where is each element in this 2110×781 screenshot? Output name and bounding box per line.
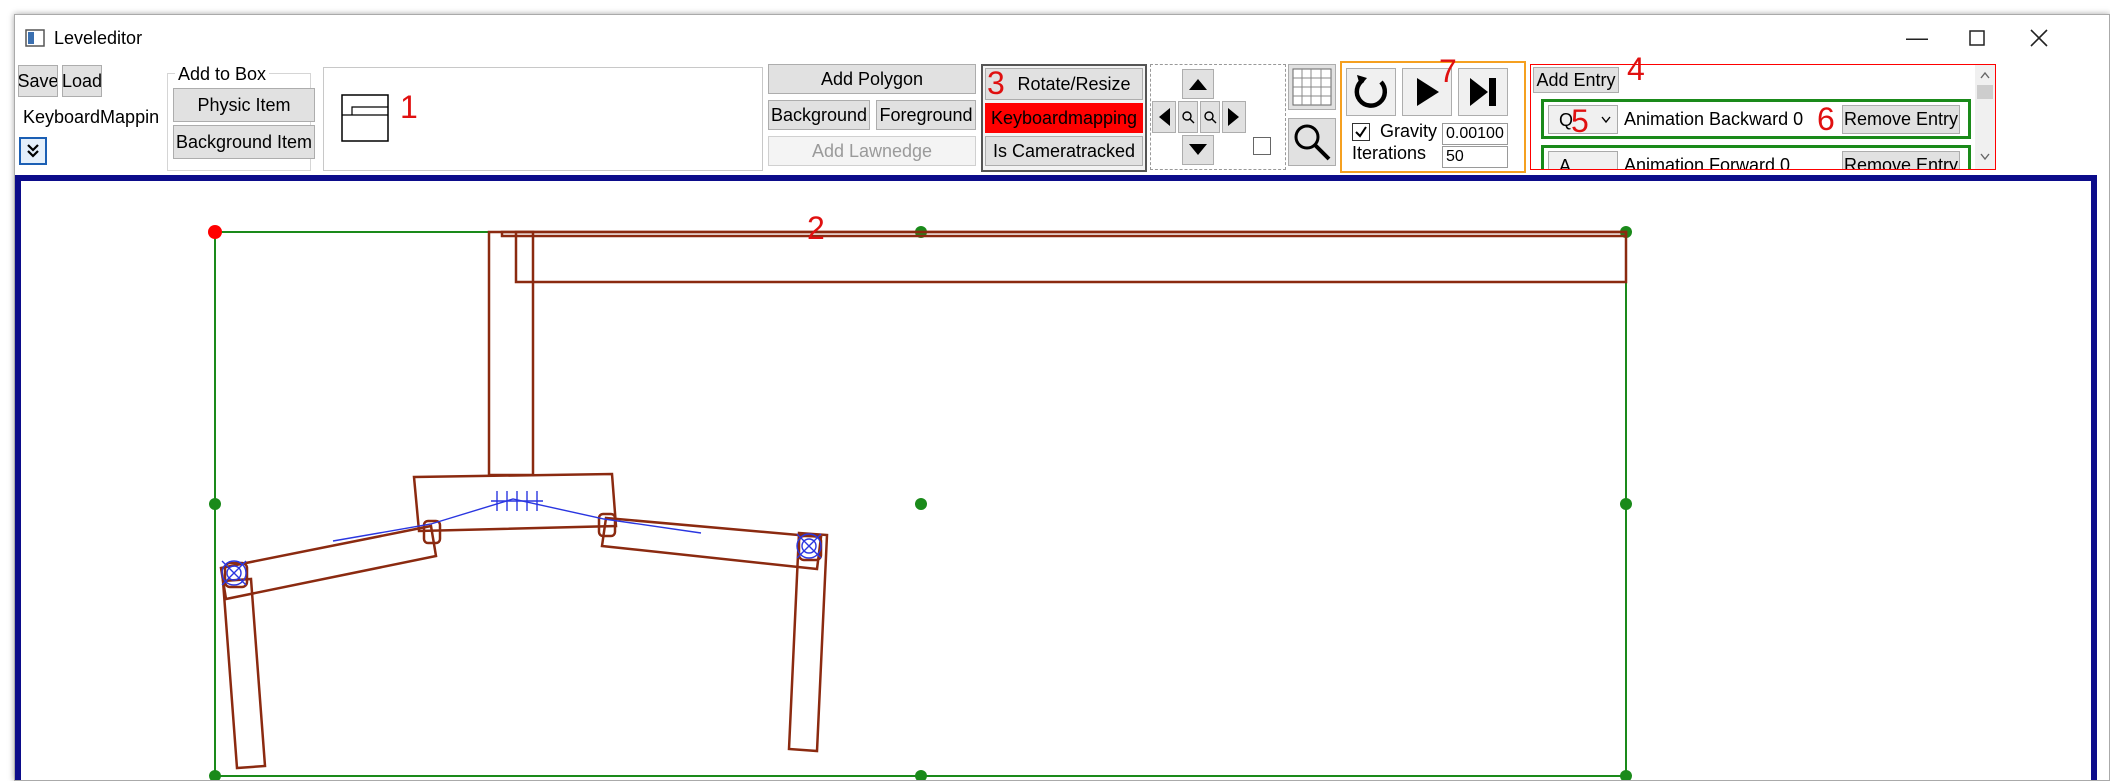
annotation-2: 2 <box>807 210 825 246</box>
checkmark-icon <box>1355 126 1367 138</box>
resize-handle[interactable] <box>915 770 927 781</box>
is-cameratracked-button[interactable]: Is Cameratracked <box>985 136 1143 166</box>
add-polygon-button[interactable]: Add Polygon <box>768 64 976 94</box>
nav-checkbox[interactable] <box>1253 137 1271 155</box>
center-handle[interactable] <box>915 498 927 510</box>
preview-shape-icon <box>341 94 389 142</box>
reset-icon <box>1354 75 1388 108</box>
chevron-down-icon <box>1601 116 1611 124</box>
annotation-4: 4 <box>1627 51 1645 87</box>
annotation-7: 7 <box>1439 53 1457 89</box>
zoom-out-button[interactable] <box>1200 101 1220 133</box>
annotation-5: 5 <box>1571 103 1589 139</box>
maximize-icon[interactable] <box>1947 15 2007 61</box>
key-select-value: A <box>1559 156 1572 170</box>
resize-handle[interactable] <box>1620 498 1632 510</box>
pan-up-button[interactable] <box>1182 69 1214 99</box>
joint-lines <box>221 491 822 586</box>
animation-select[interactable]: Animation Forward 0 <box>1624 155 1790 169</box>
scrollbar[interactable] <box>1975 65 1995 169</box>
zoom-in-icon <box>1182 111 1195 124</box>
resize-handle[interactable] <box>1620 770 1632 781</box>
arrow-right-icon <box>1228 108 1239 126</box>
close-icon[interactable] <box>2009 15 2069 61</box>
annotation-6: 6 <box>1817 101 1835 137</box>
pan-left-button[interactable] <box>1152 101 1176 133</box>
resize-handle[interactable] <box>209 770 221 781</box>
remove-entry-button[interactable]: Remove Entry <box>1842 105 1960 134</box>
scrollbar-thumb[interactable] <box>1977 85 1993 99</box>
app-icon <box>25 29 45 47</box>
mapping-row: Q Animation Backward 0 Remove Entry <box>1541 99 1971 139</box>
keyboard-mapping-panel: Add Entry Q Animation Backward 0 Remove … <box>1530 64 1996 170</box>
origin-handle[interactable] <box>208 225 222 239</box>
scroll-up-icon <box>1980 71 1990 79</box>
level-canvas[interactable]: 2 <box>15 175 2097 781</box>
zoom-out-icon <box>1204 111 1217 124</box>
play-icon <box>1417 78 1439 106</box>
annotation-3: 3 <box>987 65 1005 101</box>
window-title: Leveleditor <box>54 28 143 48</box>
scene-drawing <box>208 225 1632 781</box>
scroll-down-icon <box>1980 153 1990 161</box>
gravity-input[interactable]: 0.00100 <box>1442 123 1508 145</box>
arrow-down-icon <box>1189 144 1207 155</box>
pan-right-button[interactable] <box>1222 101 1246 133</box>
rotate-resize-button[interactable]: Rotate/Resize <box>985 68 1143 100</box>
pan-down-button[interactable] <box>1182 135 1214 165</box>
physic-item-button[interactable]: Physic Item <box>173 88 315 122</box>
keyboardmapping-button[interactable]: Keyboardmapping <box>985 103 1143 133</box>
save-button[interactable]: Save <box>18 65 58 97</box>
resize-handle[interactable] <box>209 498 221 510</box>
magnifier-icon <box>1294 124 1331 161</box>
keyboardmapping-label: KeyboardMappin <box>23 107 160 127</box>
gravity-checkbox[interactable] <box>1352 123 1370 141</box>
reset-button[interactable] <box>1346 68 1396 116</box>
gravity-label: Gravity <box>1380 121 1438 141</box>
step-forward-icon <box>1470 78 1496 106</box>
expand-toggle-button[interactable] <box>19 137 47 165</box>
mapping-row: A Animation Forward 0 Remove Entry <box>1541 145 1971 170</box>
foreground-button[interactable]: Foreground <box>876 100 976 130</box>
preview-panel <box>323 67 763 171</box>
magnifier-button[interactable] <box>1288 118 1336 166</box>
animation-select[interactable]: Animation Backward 0 <box>1624 109 1803 130</box>
background-item-button[interactable]: Background Item <box>173 125 315 159</box>
add-to-box-title: Add to Box <box>175 64 270 85</box>
grid-icon <box>1292 68 1332 106</box>
arrow-up-icon <box>1189 79 1207 90</box>
background-button[interactable]: Background <box>768 100 870 130</box>
iterations-input[interactable]: 50 <box>1442 146 1508 168</box>
add-entry-button[interactable]: Add Entry <box>1533 67 1619 93</box>
double-chevron-down-icon <box>27 144 39 158</box>
grid-toggle-button[interactable] <box>1288 64 1336 110</box>
zoom-in-button[interactable] <box>1178 101 1198 133</box>
load-button[interactable]: Load <box>62 65 102 97</box>
app-window: Leveleditor — Save Load KeyboardMappin A… <box>14 14 2110 781</box>
iterations-label: Iterations <box>1352 143 1427 163</box>
add-lawnedge-button[interactable]: Add Lawnedge <box>768 136 976 166</box>
title-bar: Leveleditor — <box>15 15 2109 61</box>
key-select[interactable]: A <box>1548 151 1618 170</box>
step-button[interactable] <box>1458 68 1508 116</box>
minimize-icon[interactable]: — <box>1887 15 1947 61</box>
annotation-1: 1 <box>400 89 418 125</box>
arrow-left-icon <box>1159 108 1170 126</box>
remove-entry-button[interactable]: Remove Entry <box>1842 151 1960 169</box>
